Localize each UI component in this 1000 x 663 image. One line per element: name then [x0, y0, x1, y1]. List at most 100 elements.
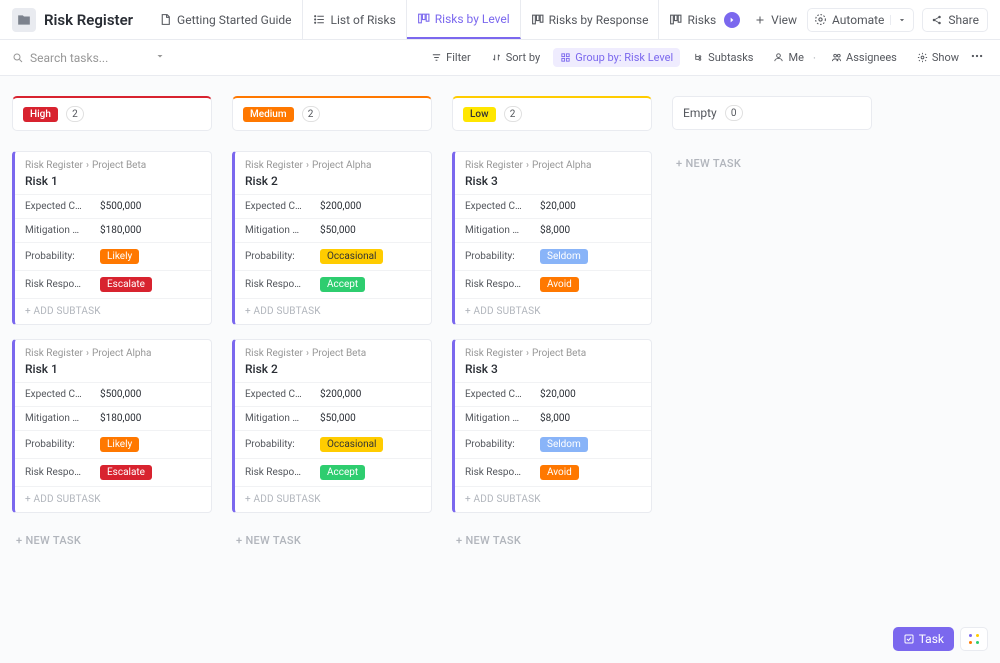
task-card[interactable]: Risk Register›Project AlphaRisk 1Expecte… — [12, 339, 212, 513]
sort-label: Sort by — [506, 51, 540, 64]
card-title: Risk 1 — [25, 174, 201, 188]
task-card[interactable]: Risk Register›Project AlphaRisk 2Expecte… — [232, 151, 432, 325]
nav-tab-risks-by-level[interactable]: Risks by Level — [407, 0, 521, 39]
filter-button[interactable]: Filter — [424, 48, 478, 67]
doc-icon — [159, 13, 172, 26]
me-label: Me — [788, 51, 803, 64]
field-risk-response: Risk Respo…Accept — [235, 458, 431, 486]
field-risk-response: Risk Respo…Escalate — [15, 458, 211, 486]
subtasks-icon — [693, 52, 704, 63]
fab-more-button[interactable] — [960, 627, 988, 651]
field-probability: Probability:Seldom — [455, 430, 651, 458]
automate-dropdown-icon[interactable] — [890, 15, 907, 25]
automate-button[interactable]: Automate — [807, 8, 914, 32]
nav-tab-risks-by-status[interactable]: Risks by Status — [659, 0, 720, 39]
column-header-empty[interactable]: Empty 0 — [672, 96, 872, 130]
nav-tab-getting-started-guide[interactable]: Getting Started Guide — [149, 0, 302, 39]
sort-icon — [491, 52, 502, 63]
subtasks-label: Subtasks — [708, 51, 753, 64]
new-task-button[interactable]: + NEW TASK — [232, 527, 432, 554]
column-header-medium[interactable]: Medium2 — [232, 96, 432, 131]
column-empty: Empty 0 + NEW TASK — [672, 96, 872, 177]
assignees-button[interactable]: Assignees — [824, 48, 904, 67]
column-label: Empty — [683, 106, 717, 120]
me-button[interactable]: Me — [766, 48, 810, 67]
subtasks-button[interactable]: Subtasks — [686, 48, 760, 67]
add-subtask-button[interactable]: + ADD SUBTASK — [235, 486, 431, 512]
new-task-fab[interactable]: Task — [893, 627, 954, 651]
add-subtask-button[interactable]: + ADD SUBTASK — [455, 486, 651, 512]
users-icon — [831, 52, 842, 63]
column-count: 0 — [725, 105, 743, 121]
new-task-button[interactable]: + NEW TASK — [12, 527, 212, 554]
assignees-label: Assignees — [846, 51, 897, 64]
nav-tab-label: Risks by Status — [687, 13, 720, 27]
add-subtask-button[interactable]: + ADD SUBTASK — [455, 298, 651, 324]
nav-tab-list-of-risks[interactable]: List of Risks — [303, 0, 407, 39]
column-header-high[interactable]: High2 — [12, 96, 212, 131]
new-task-button[interactable]: + NEW TASK — [672, 150, 872, 177]
new-task-button[interactable]: + NEW TASK — [452, 527, 652, 554]
group-icon — [560, 52, 571, 63]
field-mitigation: Mitigation …$50,000 — [235, 406, 431, 430]
task-card[interactable]: Risk Register›Project Beta Risk 3 Expected… — [452, 339, 652, 513]
show-label: Show — [932, 51, 959, 64]
add-subtask-button[interactable]: + ADD SUBTASK — [235, 298, 431, 324]
field-expected-cost: Expected C…$20,000 — [455, 382, 651, 406]
show-button[interactable]: Show — [910, 48, 966, 67]
groupby-button[interactable]: Group by: Risk Level — [553, 48, 680, 67]
column-label: High — [23, 107, 58, 122]
column-low: Low 2 Risk Register›Project AlphaRisk 3Exp… — [452, 96, 652, 554]
groupby-label: Group by: Risk Level — [575, 51, 673, 64]
column-label: Medium — [243, 107, 294, 122]
task-card[interactable]: Risk Register›Project AlphaRisk 3Expecte… — [452, 151, 652, 325]
separator: · — [811, 51, 818, 65]
nav-tab-risks-by-response[interactable]: Risks by Response — [521, 0, 660, 39]
card-title: Risk 3 — [465, 362, 641, 376]
share-button[interactable]: Share — [922, 8, 988, 32]
field-probability: Probability:Occasional — [235, 430, 431, 458]
field-risk-response: Risk Respo…Avoid — [455, 458, 651, 486]
add-view-button[interactable]: View — [744, 13, 807, 27]
list-icon — [313, 13, 326, 26]
field-expected-cost: Expected C…$500,000 — [15, 194, 211, 218]
breadcrumb: Risk Register›Project Beta — [465, 348, 641, 359]
workspace-icon[interactable] — [12, 8, 36, 32]
add-subtask-button[interactable]: + ADD SUBTASK — [15, 298, 211, 324]
board-icon — [669, 13, 682, 26]
field-probability: Probability:Seldom — [455, 242, 651, 270]
card-title: Risk 2 — [245, 174, 421, 188]
nav-tab-label: Risks by Level — [435, 12, 510, 26]
filter-label: Filter — [446, 51, 471, 64]
field-expected-cost: Expected C…$200,000 — [235, 382, 431, 406]
breadcrumb: Risk Register›Project Beta — [25, 160, 201, 171]
more-options-button[interactable] — [966, 46, 988, 69]
breadcrumb: Risk Register›Project Beta — [245, 348, 421, 359]
sort-button[interactable]: Sort by — [484, 48, 547, 67]
field-mitigation: Mitigation …$8,000 — [455, 406, 651, 430]
column-count: 2 — [504, 106, 522, 122]
field-expected-cost: Expected C…$200,000 — [235, 194, 431, 218]
column-header-low[interactable]: Low 2 — [452, 96, 652, 131]
card-title: Risk 2 — [245, 362, 421, 376]
column-label: Low — [463, 107, 496, 122]
add-subtask-button[interactable]: + ADD SUBTASK — [15, 486, 211, 512]
chevron-down-icon[interactable] — [154, 50, 172, 65]
column-high: High2 Risk Register›Project Beta Risk 1 Exp… — [12, 96, 212, 554]
board-icon — [531, 13, 544, 26]
task-card[interactable]: Risk Register›Project Beta Risk 1 Expected… — [12, 151, 212, 325]
search-icon — [12, 52, 24, 64]
fab-task-label: Task — [919, 632, 944, 646]
field-probability: Probability:Likely — [15, 242, 211, 270]
filter-icon — [431, 52, 442, 63]
more-views-button[interactable] — [720, 12, 744, 28]
field-risk-response: Risk Respo…Avoid — [455, 270, 651, 298]
board-icon — [417, 12, 430, 25]
field-mitigation: Mitigation …$180,000 — [15, 406, 211, 430]
search-input[interactable]: Search tasks... — [12, 50, 172, 65]
automate-label: Automate — [832, 13, 884, 27]
task-card[interactable]: Risk Register›Project Beta Risk 2 Expected… — [232, 339, 432, 513]
field-probability: Probability:Occasional — [235, 242, 431, 270]
nav-tab-label: Risks by Response — [549, 13, 649, 27]
field-mitigation: Mitigation …$8,000 — [455, 218, 651, 242]
